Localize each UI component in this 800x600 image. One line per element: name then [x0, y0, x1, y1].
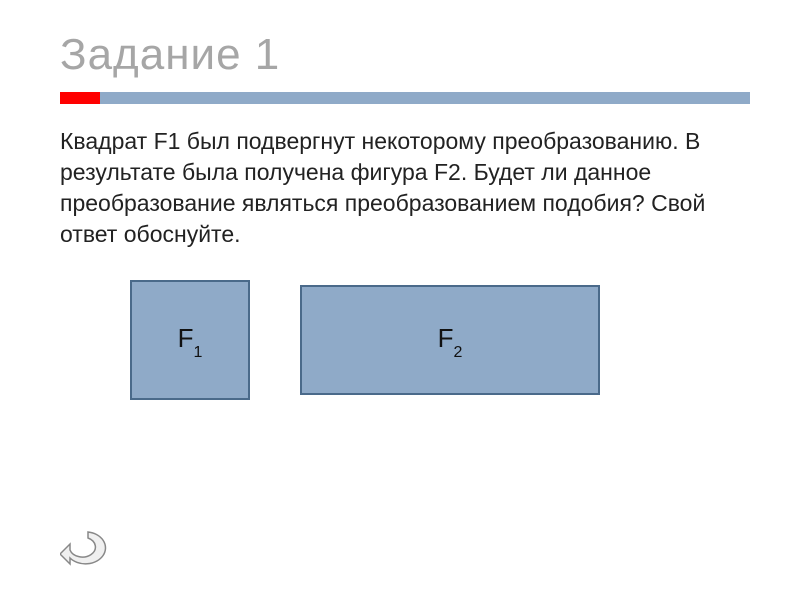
- slide-title: Задание 1: [60, 30, 750, 80]
- divider-accent-red: [60, 92, 100, 104]
- shape-f1-label: F1: [178, 323, 203, 358]
- shape-f2-label: F2: [438, 323, 463, 358]
- shape-f1-square: F1: [130, 280, 250, 400]
- slide: Задание 1 Квадрат F1 был подвергнут неко…: [0, 0, 800, 600]
- shape-f2-sub: 2: [453, 344, 462, 361]
- shape-f1-letter: F: [178, 323, 194, 353]
- title-divider: [60, 92, 750, 104]
- back-arrow-icon[interactable]: [60, 528, 116, 572]
- body-text: Квадрат F1 был подвергнут некоторому пре…: [60, 126, 750, 250]
- shapes-container: F1 F2: [130, 280, 750, 400]
- shape-f2-rectangle: F2: [300, 285, 600, 395]
- shape-f2-letter: F: [438, 323, 454, 353]
- shape-f1-sub: 1: [193, 344, 202, 361]
- divider-accent-blue: [100, 92, 750, 104]
